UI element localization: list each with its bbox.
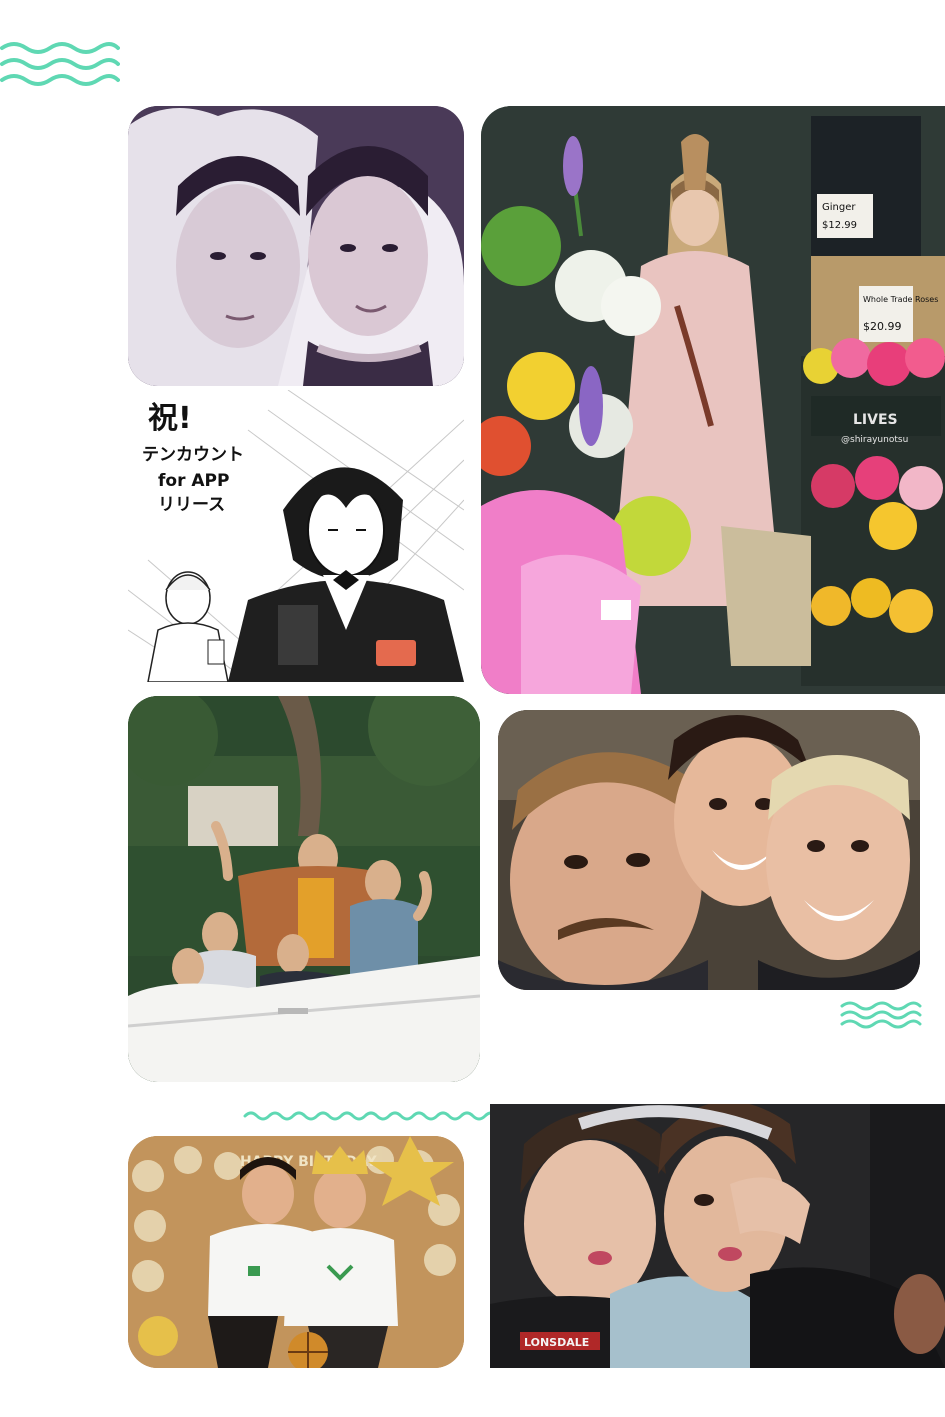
photo-two-boys-birthday[interactable]: HAPPY BIRTHDAY [128,1136,464,1368]
photo-two-young-men-hug[interactable]: LONSDALE [490,1104,945,1368]
wave-decoration-icon [0,42,120,86]
photo-woman-flower-stand[interactable]: Ginger $12.99 Whole Trade Roses $20.99 L… [481,106,945,694]
flower-sign-price: $12.99 [822,220,857,231]
manga-app-text: for APP [158,471,229,491]
roses-sign-text: Whole Trade Roses [863,295,938,304]
watermark-text: @shirayunotsu [841,435,908,445]
photo-three-people-selfie[interactable] [498,710,920,990]
wave-decoration-icon [243,1111,513,1121]
wave-decoration-icon [840,1001,922,1029]
manga-title-text: 祝! [148,401,192,436]
flower-sign-text: Ginger [822,202,856,213]
photo-two-teens-hood[interactable] [128,106,464,386]
manga-celebration-illustration[interactable]: 祝! テンカウント for APP リリース [128,390,464,682]
roses-sign-price: $20.99 [863,320,902,333]
manga-subtitle-text: テンカウント [142,445,244,465]
store-lives-text: LIVES [853,412,898,428]
manga-release-text: リリース [158,495,225,515]
photo-group-waving-car[interactable] [128,696,480,1082]
hoodie-brand-text: LONSDALE [524,1336,589,1349]
